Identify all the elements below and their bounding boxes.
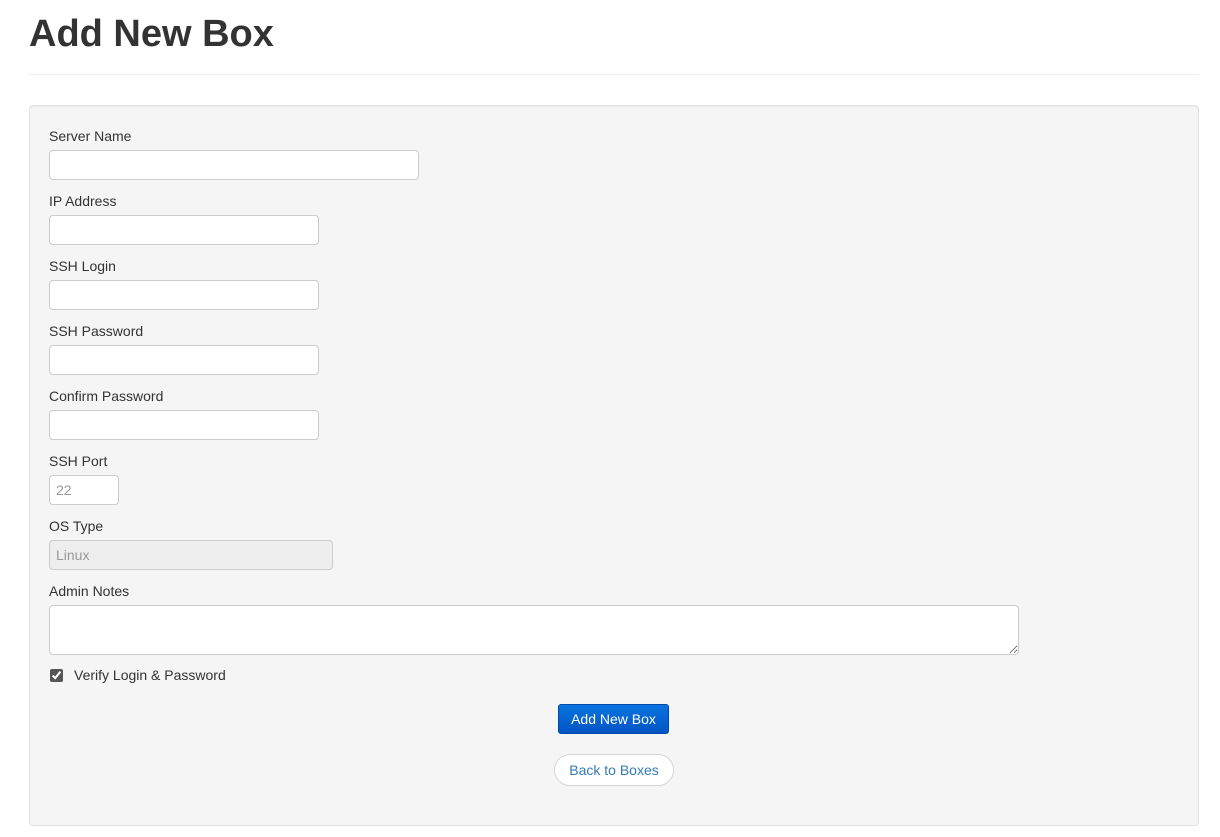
ssh-login-label: SSH Login: [49, 258, 116, 274]
ip-address-input[interactable]: [49, 215, 319, 245]
ip-address-label: IP Address: [49, 193, 117, 209]
ssh-password-label: SSH Password: [49, 323, 144, 339]
ssh-port-label: SSH Port: [49, 453, 108, 469]
confirm-password-input[interactable]: [49, 410, 319, 440]
page-header: Add New Box: [29, 0, 1199, 75]
admin-notes-textarea[interactable]: [49, 605, 1019, 655]
ssh-port-input[interactable]: [49, 475, 119, 505]
ssh-login-input[interactable]: [49, 280, 319, 310]
confirm-password-label: Confirm Password: [49, 388, 164, 404]
verify-label: Verify Login & Password: [74, 667, 226, 683]
os-type-field: [49, 540, 333, 570]
verify-checkbox[interactable]: [50, 668, 63, 682]
os-type-label: OS Type: [49, 518, 104, 534]
verify-row: Verify Login & Password: [49, 665, 226, 685]
ssh-password-input[interactable]: [49, 345, 319, 375]
admin-notes-label: Admin Notes: [49, 583, 130, 599]
add-new-box-button[interactable]: Add New Box: [558, 704, 669, 734]
back-to-boxes-button[interactable]: Back to Boxes: [554, 754, 674, 786]
server-name-input[interactable]: [49, 150, 419, 180]
add-box-form: Server Name IP Address SSH Login SSH Pas…: [29, 105, 1199, 826]
page-title: Add New Box: [29, 13, 274, 55]
server-name-label: Server Name: [49, 128, 132, 144]
